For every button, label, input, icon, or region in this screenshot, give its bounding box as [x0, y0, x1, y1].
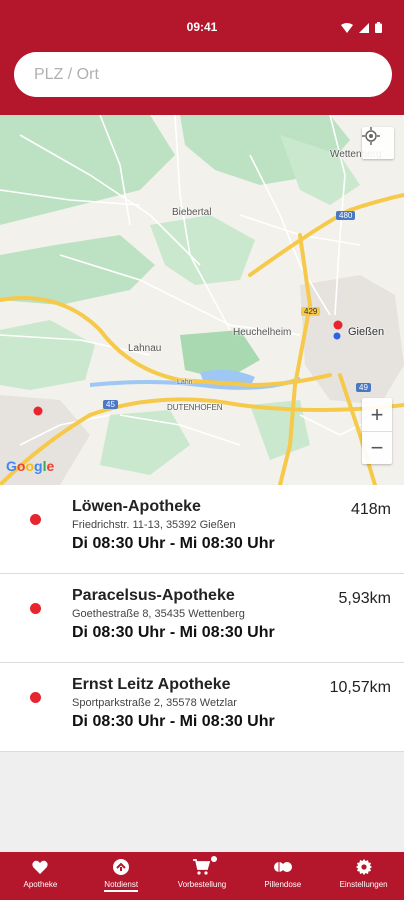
pharmacy-address: Friedrichstr. 11-13, 35392 Gießen — [72, 519, 236, 531]
battery-icon — [375, 20, 382, 38]
label-lahn: Lahn — [177, 379, 193, 386]
zoom-control: + − — [362, 398, 392, 464]
list-item[interactable]: Löwen-Apotheke Friedrichstr. 11-13, 3539… — [0, 485, 404, 574]
pharmacy-distance: 10,57km — [329, 679, 391, 696]
map-view[interactable]: 480 429 45 49 Wettenberg Biebertal Heuch… — [0, 115, 404, 485]
emergency-icon — [113, 858, 130, 876]
label-dutenhofen: DUTENHOFEN — [167, 403, 223, 412]
pharmacy-name: Ernst Leitz Apotheke — [72, 676, 231, 693]
pharmacy-address: Sportparkstraße 2, 35578 Wetzlar — [72, 697, 237, 709]
app-header: 09:41 — [0, 0, 404, 115]
search-box[interactable] — [14, 52, 392, 97]
nav-item-einstellungen[interactable]: Einstellungen — [323, 852, 404, 900]
marker-dot-icon — [30, 514, 41, 525]
road-shield-480: 480 — [336, 211, 356, 220]
nav-label: Vorbestellung — [177, 880, 227, 889]
nav-label: Notdienst — [104, 880, 139, 892]
google-logo: Google — [6, 458, 55, 474]
nav-item-pillendose[interactable]: Pillendose — [242, 852, 323, 900]
list-item[interactable]: Ernst Leitz Apotheke Sportparkstraße 2, … — [0, 663, 404, 752]
bottom-navigation: Apotheke Notdienst Vorbestellung Pillend… — [0, 852, 404, 900]
my-location-button[interactable] — [362, 127, 394, 159]
nav-item-apotheke[interactable]: Apotheke — [0, 852, 81, 900]
pharmacy-hours: Di 08:30 Uhr - Mi 08:30 Uhr — [72, 713, 275, 730]
nav-item-notdienst[interactable]: Notdienst — [81, 852, 162, 900]
nav-label: Einstellungen — [339, 880, 388, 889]
cart-icon — [192, 858, 211, 876]
signal-icon — [359, 20, 369, 38]
list-item[interactable]: Paracelsus-Apotheke Goethestraße 8, 3543… — [0, 574, 404, 663]
map-canvas — [0, 115, 404, 485]
heart-icon — [32, 858, 49, 876]
label-heuchelheim: Heuchelheim — [233, 327, 292, 338]
cart-badge — [210, 856, 217, 862]
pharmacy-hours: Di 08:30 Uhr - Mi 08:30 Uhr — [72, 624, 275, 641]
pharmacy-name: Löwen-Apotheke — [72, 498, 201, 515]
label-biebertal: Biebertal — [172, 207, 212, 218]
road-shield-429: 429 — [301, 307, 321, 316]
nav-label: Pillendose — [264, 880, 302, 889]
zoom-in-button[interactable]: + — [362, 398, 392, 431]
road-shield-45: 45 — [103, 400, 118, 409]
marker-dot-icon — [30, 603, 41, 614]
wifi-icon — [341, 20, 353, 38]
nav-item-vorbestellung[interactable]: Vorbestellung — [162, 852, 243, 900]
label-giessen: Gießen — [348, 326, 385, 338]
gear-icon — [355, 858, 372, 876]
pharmacy-distance: 5,93km — [338, 590, 391, 607]
status-bar: 09:41 — [0, 0, 404, 40]
pill-icon — [273, 858, 292, 876]
zoom-out-button[interactable]: − — [362, 431, 392, 464]
nav-label: Apotheke — [23, 880, 58, 889]
road-shield-49: 49 — [356, 383, 371, 392]
search-input[interactable] — [34, 65, 392, 84]
status-icons — [341, 20, 382, 38]
pharmacy-distance: 418m — [350, 501, 391, 518]
pharmacy-list: Löwen-Apotheke Friedrichstr. 11-13, 3539… — [0, 485, 404, 752]
pharmacy-hours: Di 08:30 Uhr - Mi 08:30 Uhr — [72, 535, 275, 552]
label-lahnau: Lahnau — [128, 343, 162, 354]
pharmacy-name: Paracelsus-Apotheke — [72, 587, 235, 604]
marker-dot-icon — [30, 692, 41, 703]
pharmacy-address: Goethestraße 8, 35435 Wettenberg — [72, 608, 245, 620]
